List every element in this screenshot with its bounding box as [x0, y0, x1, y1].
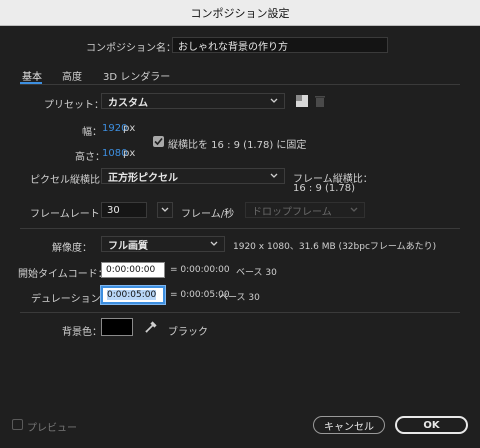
start-timecode-label: 開始タイムコード： — [18, 269, 108, 280]
resolution-label: 解像度： — [52, 243, 92, 254]
check-icon — [154, 137, 163, 146]
height-unit: px — [123, 148, 136, 159]
pixel-aspect-label: ピクセル縦横比： — [30, 175, 110, 186]
drop-frame-value: ドロップフレーム — [252, 206, 332, 218]
section-separator — [20, 312, 460, 313]
ok-button[interactable]: OK — [395, 416, 468, 434]
tab-basic[interactable]: 基本 — [22, 68, 42, 83]
height-label: 高さ： — [75, 152, 105, 163]
bg-color-swatch[interactable] — [101, 318, 133, 336]
frame-rate-label: フレームレート： — [30, 209, 110, 220]
tab-advanced[interactable]: 高度 — [62, 68, 82, 83]
trash-icon[interactable] — [313, 94, 327, 108]
drop-frame-dropdown: ドロップフレーム — [245, 202, 365, 218]
cancel-button-label: キャンセル — [324, 421, 374, 433]
window-titlebar: コンポジション設定 — [0, 0, 480, 26]
frame-aspect-value: 16 : 9 (1.78) — [293, 183, 356, 194]
start-timecode-value: 0:00:00:00 — [106, 265, 156, 275]
width-label: 幅： — [82, 127, 102, 138]
ok-button-label: OK — [423, 419, 440, 431]
preset-label: プリセット： — [44, 100, 104, 111]
chevron-down-icon — [350, 207, 358, 212]
preview-label: プレビュー — [27, 423, 77, 434]
frame-rate-dropdown[interactable] — [157, 202, 173, 218]
chevron-down-icon — [270, 98, 278, 103]
pixel-aspect-dropdown[interactable]: 正方形ピクセル — [101, 168, 285, 184]
duration-base: ベース 30 — [219, 293, 260, 303]
duration-input[interactable]: 0:00:05:00 — [101, 286, 165, 304]
start-timecode-equals: = 0:00:00:00 — [170, 265, 230, 275]
lock-aspect-label: 縦横比を 16 : 9 (1.78) に固定 — [168, 140, 307, 151]
frame-rate-input[interactable]: 30 — [101, 202, 147, 218]
resolution-value: フル画質 — [108, 240, 148, 252]
frame-rate-value: 30 — [107, 204, 120, 216]
bg-color-label: 背景色： — [62, 327, 102, 338]
start-timecode-input[interactable]: 0:00:00:00 — [101, 262, 165, 278]
tab-3d-renderer[interactable]: 3D レンダラー — [103, 68, 170, 83]
frame-rate-unit: フレーム/秒 — [181, 209, 235, 220]
duration-label: デュレーション： — [31, 294, 111, 305]
cancel-button[interactable]: キャンセル — [313, 416, 385, 434]
preview-checkbox[interactable] — [12, 419, 23, 430]
eyedropper-icon[interactable] — [144, 320, 158, 334]
duration-value: 0:00:05:00 — [107, 290, 157, 300]
lock-aspect-checkbox[interactable] — [153, 136, 164, 147]
chevron-down-icon — [161, 207, 169, 212]
pixel-aspect-value: 正方形ピクセル — [108, 172, 178, 184]
save-preset-icon[interactable] — [295, 94, 309, 108]
tab-separator — [20, 84, 460, 85]
resolution-dropdown[interactable]: フル画質 — [101, 236, 225, 252]
section-separator — [20, 228, 460, 229]
preset-value: カスタム — [108, 97, 148, 109]
bg-color-name: ブラック — [168, 327, 208, 338]
comp-name-value: おしゃれな背景の作り方 — [178, 41, 288, 53]
comp-name-input[interactable]: おしゃれな背景の作り方 — [172, 37, 388, 53]
resolution-info: 1920 x 1080、31.6 MB (32bpcフレームあたり) — [233, 242, 437, 252]
preset-dropdown[interactable]: カスタム — [101, 93, 285, 109]
window-title: コンポジション設定 — [190, 6, 290, 20]
chevron-down-icon — [210, 241, 218, 246]
comp-name-label: コンポジション名： — [86, 43, 176, 54]
width-unit: px — [123, 123, 136, 134]
chevron-down-icon — [270, 173, 278, 178]
start-timecode-base: ベース 30 — [236, 268, 277, 278]
